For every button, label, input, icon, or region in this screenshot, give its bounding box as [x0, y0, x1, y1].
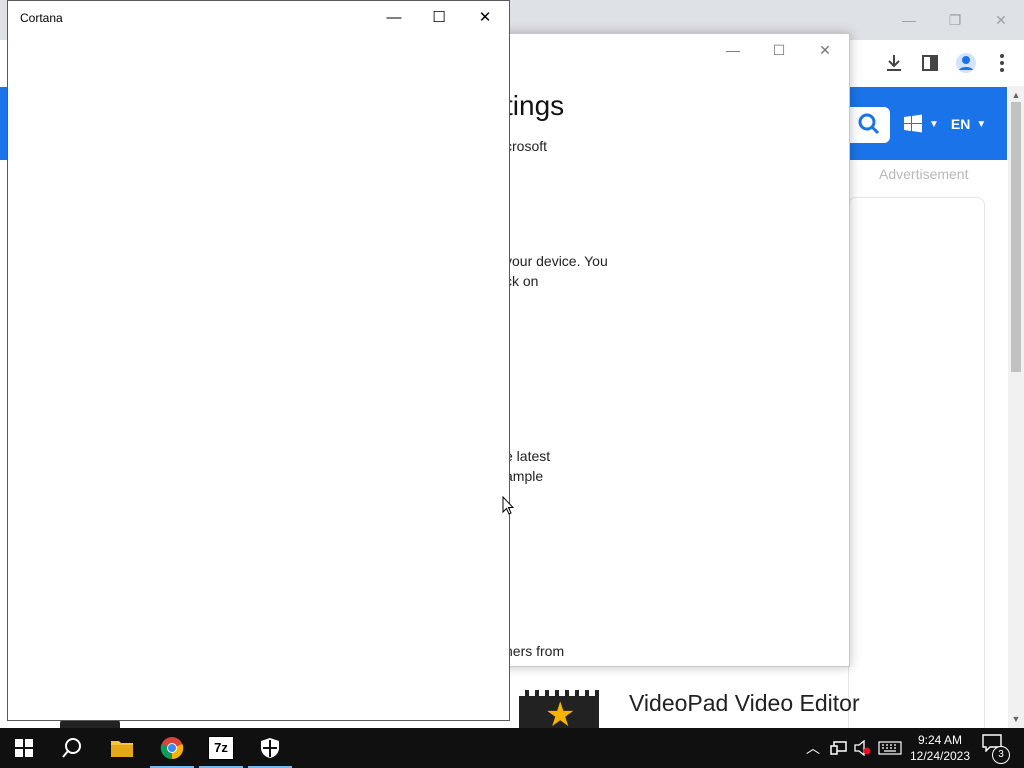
windows-security-taskbar-button[interactable] [246, 728, 294, 768]
language-chevron-icon: ▼ [976, 118, 987, 130]
action-center-button[interactable]: 3 [982, 734, 1010, 764]
side-panel-icon[interactable] [918, 51, 942, 75]
show-hidden-icons-button[interactable]: ︿ [806, 728, 820, 768]
scroll-up-arrow-icon[interactable]: ▲ [1008, 88, 1024, 102]
windows-logo-icon [904, 114, 922, 133]
chrome-restore-button[interactable]: ❐ [940, 8, 970, 32]
settings-close-button[interactable]: ✕ [805, 40, 845, 60]
taskbar-search-button[interactable] [48, 728, 96, 768]
keyboard-icon [878, 741, 902, 755]
7zip-icon: 7z [208, 736, 234, 760]
notification-count-badge: 3 [992, 746, 1010, 764]
settings-text-line: hers from [505, 643, 565, 659]
clock-date: 12/24/2023 [909, 749, 971, 763]
chevron-up-icon: ︿ [806, 740, 820, 756]
volume-tray-button[interactable] [854, 728, 872, 768]
search-icon [858, 113, 880, 135]
volume-muted-icon [854, 740, 871, 756]
chrome-taskbar-button[interactable] [148, 728, 196, 768]
settings-text-line: ample [505, 468, 544, 484]
star-icon: ★ [545, 696, 576, 730]
profile-avatar-icon[interactable] [954, 51, 978, 75]
cortana-close-button[interactable]: ✕ [463, 5, 507, 31]
videopad-logo[interactable]: ★ [519, 690, 599, 730]
sidebar-card [848, 197, 985, 739]
system-clock[interactable]: 9:24 AM 12/24/2023 [905, 732, 975, 764]
chrome-minimize-button[interactable]: — [894, 8, 924, 32]
scroll-down-arrow-icon[interactable]: ▼ [1008, 712, 1024, 726]
settings-text-line: e latest [505, 448, 551, 464]
7zip-taskbar-button[interactable]: 7z [197, 728, 245, 768]
windows-dropdown-chevron-icon: ▼ [929, 118, 939, 130]
settings-text-line: your device. You [505, 253, 608, 269]
settings-window: — ☐ ✕ tings crosoft your device. You ck … [490, 33, 850, 667]
settings-text-line: crosoft [505, 138, 548, 154]
settings-minimize-button[interactable]: — [713, 40, 753, 60]
network-icon [830, 741, 847, 755]
settings-text-line: ck on [505, 273, 539, 289]
windows-start-icon [15, 739, 33, 757]
taskbar: 7z ︿ 9:24 AM 12/24/2023 3 [0, 728, 1024, 768]
scrollbar-thumb[interactable] [1011, 102, 1021, 372]
file-explorer-taskbar-button[interactable] [98, 728, 146, 768]
start-button[interactable] [0, 728, 48, 768]
mouse-cursor-icon [502, 496, 514, 515]
chrome-close-button[interactable]: ✕ [986, 8, 1016, 32]
folder-icon [111, 741, 133, 757]
search-icon [62, 738, 81, 758]
cortana-minimize-button[interactable]: — [372, 5, 416, 31]
site-search-button[interactable] [848, 107, 890, 143]
cortana-window-title: Cortana [20, 11, 63, 25]
chrome-icon [160, 737, 184, 760]
page-scrollbar[interactable]: ▲ ▼ [1008, 86, 1024, 728]
cortana-window: Cortana — ☐ ✕ [7, 0, 510, 721]
advertisement-label: Advertisement [879, 166, 969, 182]
touch-keyboard-button[interactable] [878, 728, 902, 768]
cortana-maximize-button[interactable]: ☐ [417, 5, 461, 31]
more-menu-icon[interactable] [990, 51, 1014, 75]
promo-title[interactable]: VideoPad Video Editor [629, 690, 860, 717]
settings-maximize-button[interactable]: ☐ [759, 40, 799, 60]
download-icon[interactable] [882, 51, 906, 75]
language-selector[interactable]: ▼ EN ▼ [903, 112, 986, 136]
clock-time: 9:24 AM [917, 733, 963, 747]
network-tray-button[interactable] [830, 728, 848, 768]
settings-heading: tings [505, 90, 565, 121]
shield-icon [261, 738, 279, 758]
language-label: EN [950, 116, 971, 132]
